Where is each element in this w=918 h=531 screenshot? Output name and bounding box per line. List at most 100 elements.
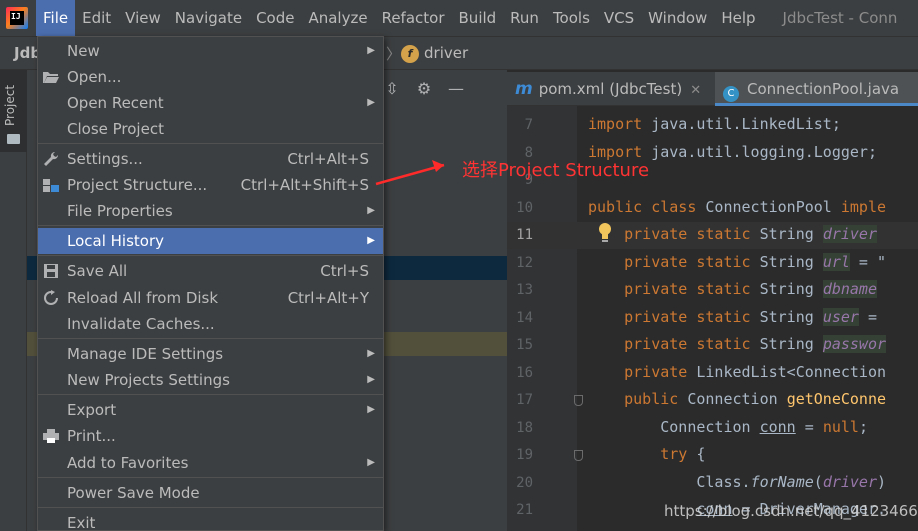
menu-item-manage-ide-settings[interactable]: Manage IDE Settings ▶ (38, 341, 383, 367)
menu-build[interactable]: Build (452, 0, 504, 36)
menu-item-invalidate-caches[interactable]: Invalidate Caches... (38, 311, 383, 337)
menu-item-save-all[interactable]: Save All Ctrl+S (38, 258, 383, 284)
annotation-text: 选择Project Structure (462, 160, 650, 181)
menu-item-print[interactable]: Print... (38, 423, 383, 449)
menu-view[interactable]: View (118, 0, 168, 36)
wrench-icon (42, 151, 60, 167)
code-line: Class.forName(driver) (588, 473, 887, 491)
menu-item-export[interactable]: Export ▶ (38, 397, 383, 423)
folder-open-icon (42, 69, 60, 85)
menu-code[interactable]: Code (249, 0, 301, 36)
menu-item-label: Manage IDE Settings (67, 345, 224, 363)
menu-item-label: Close Project (67, 120, 164, 138)
menu-item-close-project[interactable]: Close Project (38, 116, 383, 142)
line-number: 14 (516, 310, 533, 326)
menu-item-label: New Projects Settings (67, 371, 230, 389)
breadcrumb-field[interactable]: driver (424, 44, 468, 62)
line-number: 13 (516, 282, 533, 298)
menu-window[interactable]: Window (641, 0, 714, 36)
code-line: private LinkedList<Connection (624, 363, 887, 381)
menu-item-add-to-favorites[interactable]: Add to Favorites ▶ (38, 450, 383, 476)
menu-item-open-recent[interactable]: Open Recent ▶ (38, 90, 383, 116)
menu-navigate[interactable]: Navigate (168, 0, 249, 36)
line-number: 12 (516, 255, 533, 271)
menu-tools[interactable]: Tools (546, 0, 597, 36)
fold-marker-icon[interactable] (574, 395, 583, 406)
menu-separator (38, 225, 383, 226)
line-number: 7 (524, 117, 533, 133)
menu-help[interactable]: Help (714, 0, 762, 36)
menu-separator (38, 255, 383, 256)
code-line: public Connection getOneConne (624, 390, 887, 408)
code-line: private static String user = (624, 308, 877, 326)
code-line: Connection conn = null; (588, 418, 868, 436)
reload-icon (42, 290, 60, 306)
project-structure-icon (42, 177, 60, 193)
code-line: private static String dbname (624, 280, 877, 298)
project-tool-label: Project (3, 84, 17, 126)
menu-item-shortcut: Ctrl+Alt+Shift+S (240, 176, 369, 194)
menu-item-new[interactable]: New ▶ (38, 38, 383, 64)
menu-refactor[interactable]: Refactor (375, 0, 452, 36)
menu-item-power-save-mode[interactable]: Power Save Mode (38, 480, 383, 506)
menu-bar: IJ File Edit View Navigate Code Analyze … (0, 0, 918, 36)
menu-edit[interactable]: Edit (75, 0, 118, 36)
menu-item-local-history[interactable]: Local History ▶ (38, 228, 383, 254)
submenu-arrow-icon: ▶ (367, 205, 375, 216)
menu-item-label: Reload All from Disk (67, 289, 219, 307)
class-icon: C (723, 86, 739, 102)
fold-marker-icon[interactable] (574, 450, 583, 461)
code-line: private static String url = " (624, 253, 887, 271)
menu-run[interactable]: Run (503, 0, 546, 36)
line-number: 21 (516, 502, 533, 518)
submenu-arrow-icon: ▶ (367, 404, 375, 415)
save-icon (42, 263, 60, 279)
close-icon[interactable]: ✕ (690, 83, 701, 98)
field-icon: f (401, 45, 419, 63)
menu-item-file-properties[interactable]: File Properties ▶ (38, 198, 383, 224)
menu-item-label: Local History (67, 232, 165, 250)
menu-item-reload-all[interactable]: Reload All from Disk Ctrl+Alt+Y (38, 285, 383, 311)
menu-file[interactable]: File (36, 0, 76, 36)
menu-separator (38, 338, 383, 339)
maven-icon: m (515, 79, 533, 99)
folder-icon (7, 134, 20, 144)
menu-item-label: Invalidate Caches... (67, 315, 215, 333)
tab-pom-xml[interactable]: m pom.xml (JdbcTest) ✕ (507, 72, 715, 106)
code-line: private static String driver (624, 225, 877, 243)
tab-connection-pool[interactable]: C ConnectionPool.java (715, 72, 918, 106)
menu-item-settings[interactable]: Settings... Ctrl+Alt+S (38, 146, 383, 172)
watermark: https://blog.csdn.net/qq_41234663 (664, 502, 918, 520)
file-menu-dropdown: New ▶ Open... Open Recent ▶ Close Projec… (37, 36, 384, 531)
line-number-current: 11 (516, 227, 533, 243)
menu-item-label: Export (67, 401, 117, 419)
line-number: 19 (516, 447, 533, 463)
tab-label: pom.xml (JdbcTest) (538, 80, 683, 98)
menu-item-open[interactable]: Open... (38, 64, 383, 90)
menu-item-label: Project Structure... (67, 176, 208, 194)
menu-analyze[interactable]: Analyze (301, 0, 374, 36)
menu-separator (38, 477, 383, 478)
menu-item-exit[interactable]: Exit (38, 510, 383, 531)
code-line: private static String passwor (624, 335, 887, 353)
menu-item-label: Print... (67, 427, 116, 445)
menu-item-shortcut: Ctrl+Alt+S (287, 150, 369, 168)
minimize-icon[interactable]: — (447, 80, 465, 98)
breadcrumb-separator-icon: 〉 (386, 45, 402, 63)
window-title: JdbcTest - Conn (782, 9, 898, 27)
menu-item-label: Open Recent (67, 94, 164, 112)
menu-separator (38, 394, 383, 395)
menu-item-label: Add to Favorites (67, 454, 189, 472)
menu-item-project-structure[interactable]: Project Structure... Ctrl+Alt+Shift+S (38, 172, 383, 198)
line-number: 15 (516, 337, 533, 353)
menu-vcs[interactable]: VCS (597, 0, 641, 36)
collapse-all-icon[interactable]: ⇳ (383, 80, 401, 98)
menu-item-label: New (67, 42, 100, 60)
gear-icon[interactable]: ⚙ (415, 80, 433, 98)
submenu-arrow-icon: ▶ (367, 374, 375, 385)
submenu-arrow-icon: ▶ (367, 235, 375, 246)
lightbulb-icon[interactable] (598, 222, 612, 244)
menu-item-label: Open... (67, 68, 122, 86)
project-tool-button[interactable]: Project (0, 70, 27, 152)
menu-item-new-projects-settings[interactable]: New Projects Settings ▶ (38, 367, 383, 393)
